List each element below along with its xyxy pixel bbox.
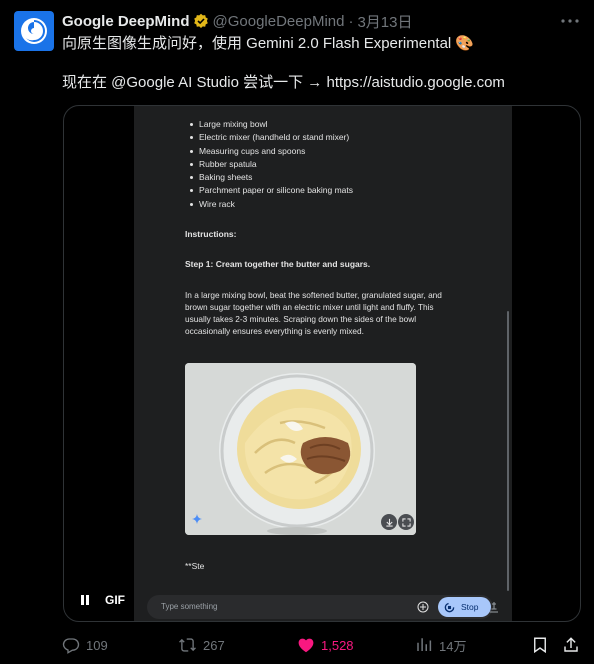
reply-count: 109 [86,637,108,653]
author-name[interactable]: Google DeepMind [62,13,190,30]
avatar[interactable] [14,11,54,51]
list-item: Baking sheets [185,171,455,184]
prompt-composer[interactable]: Type something Stop [147,595,493,619]
views-button[interactable]: 14万 [415,634,466,656]
stop-label: Stop [461,602,479,612]
list-item: Parchment paper or silicone baking mats [185,184,455,197]
bookmark-button[interactable] [531,634,549,656]
stop-button[interactable]: Stop [438,597,491,617]
heart-icon [298,638,314,653]
gif-controls: GIF [79,593,125,607]
list-item: Measuring cups and spoons [185,145,455,158]
run-settings-icon[interactable] [488,600,500,618]
more-icon[interactable] [560,12,580,30]
stop-spinner-icon [444,602,455,612]
list-item: Large mixing bowl [185,118,455,131]
repost-count: 267 [203,637,225,653]
action-bar: 109 267 1,528 14万 [62,634,582,656]
list-item: Electric mixer (handheld or stand mixer) [185,131,455,144]
views-icon [417,638,432,651]
deepmind-logo-icon [21,18,47,44]
reply-icon [62,638,80,654]
butter-bowl-image [185,363,416,535]
tweet-text-line2: 现在在 @Google AI Studio 尝试一下 → https://ais… [62,74,505,91]
tweet-text-line1: 向原生图像生成问好，使用 Gemini 2.0 Flash Experiment… [62,35,475,52]
reply-button[interactable]: 109 [62,634,108,656]
gif-label: GIF [105,593,125,607]
bookmark-icon [534,637,546,654]
step1-heading: Step 1: Cream together the butter and su… [185,259,371,270]
share-button[interactable] [562,634,580,656]
instructions-heading: Instructions: [185,229,237,240]
add-icon[interactable] [416,600,430,614]
scrollbar[interactable] [507,311,509,591]
tweet-header: Google DeepMind @GoogleDeepMind · 3月13日 [62,11,574,31]
gemini-sparkle-icon [192,511,202,529]
generated-image [185,363,416,535]
tweet-date[interactable]: 3月13日 [357,11,412,32]
ai-studio-screen: Large mixing bowl Electric mixer (handhe… [134,106,512,621]
partial-step-text: **Ste [185,561,205,571]
list-item: Wire rack [185,198,455,211]
expand-icon[interactable] [398,514,414,530]
download-icon[interactable] [381,514,397,530]
pause-icon[interactable] [79,594,91,606]
composer-placeholder: Type something [161,602,218,611]
share-icon [564,637,578,652]
repost-button[interactable]: 267 [178,634,225,656]
like-button[interactable]: 1,528 [297,634,354,656]
recipe-document: Large mixing bowl Electric mixer (handhe… [185,118,455,337]
author-handle[interactable]: @GoogleDeepMind [213,13,345,30]
repost-icon [179,638,196,652]
verified-badge-icon [193,13,209,29]
views-count: 14万 [439,638,467,654]
like-count: 1,528 [321,637,354,653]
equipment-list: Large mixing bowl Electric mixer (handhe… [185,118,455,211]
list-item: Rubber spatula [185,158,455,171]
header-separator: · [348,12,354,30]
media-gif[interactable]: Large mixing bowl Electric mixer (handhe… [63,105,581,622]
step1-text: In a large mixing bowl, beat the softene… [185,289,442,336]
